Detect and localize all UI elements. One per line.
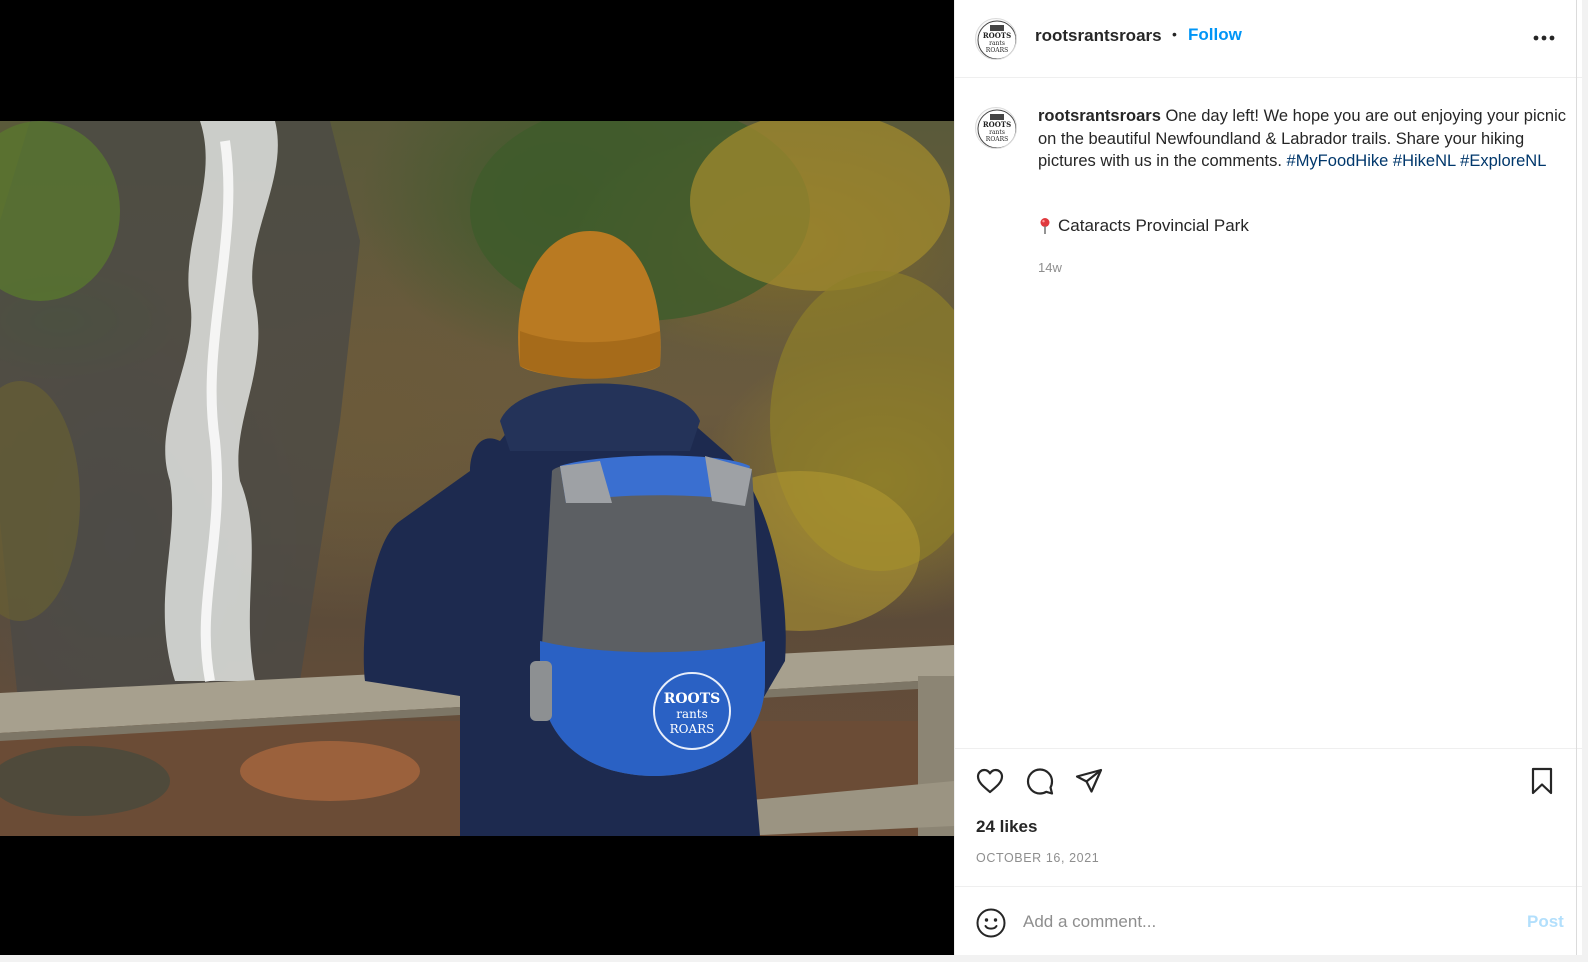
hashtag-hikenl[interactable]: #HikeNL [1393,152,1456,170]
pin-icon [1040,218,1050,234]
caption-avatar-text-1: ROOTS [983,120,1011,129]
avatar-text-2: rants [989,40,1005,47]
smiley-icon[interactable] [975,907,1007,939]
person-hood [500,383,700,451]
caption-timestamp[interactable]: 14w [1038,260,1062,275]
post-detail-panel: ROOTS rants ROARS rootsrantsroars • Foll… [954,0,1582,955]
location-name[interactable]: Cataracts Provincial Park [1058,216,1249,236]
panel-edge [1576,0,1577,955]
header-separator: • [1172,26,1177,42]
header-username[interactable]: rootsrantsroars [1035,26,1162,46]
caption-avatar-text-3: ROARS [986,136,1008,143]
comment-input[interactable] [1023,905,1493,939]
photo-illustration: ROOTS rants ROARS [0,121,954,836]
comment-bar: Post [955,886,1582,955]
post-photo[interactable]: ROOTS rants ROARS [0,121,954,836]
rock-orange [240,741,420,801]
water-bottle [530,661,552,721]
bookmark-icon[interactable] [1527,766,1557,796]
avatar[interactable]: ROOTS rants ROARS [975,18,1017,60]
heart-icon[interactable] [975,766,1005,796]
post-comment-button[interactable]: Post [1527,912,1564,932]
post-location[interactable]: Cataracts Provincial Park [1038,216,1249,236]
post-header: ROOTS rants ROARS rootsrantsroars • Foll… [955,0,1582,78]
instagram-post-window: ROOTS rants ROARS ROOTS rants ROARS root… [0,0,1588,962]
more-options-icon[interactable] [1529,30,1559,46]
paper-plane-icon[interactable] [1074,766,1104,796]
caption-username[interactable]: rootsrantsroars [1038,107,1161,125]
caption-avatar-text-2: rants [989,129,1005,136]
likes-count[interactable]: 24 likes [976,817,1037,837]
window-right-edge [1582,0,1588,962]
avatar-text-3: ROARS [986,47,1008,54]
backpack-lid-trim-right [705,456,752,506]
post-caption: rootsrantsroars One day left! We hope yo… [1038,105,1570,173]
post-media: ROOTS rants ROARS [0,0,954,955]
post-date: OCTOBER 16, 2021 [976,851,1100,865]
follow-button[interactable]: Follow [1188,25,1242,45]
backpack-logo-line1: ROOTS [664,691,721,707]
backpack-logo-line3: ROARS [670,722,715,736]
comment-bubble-icon[interactable] [1025,766,1055,796]
hashtag-myfoodhike[interactable]: #MyFoodHike [1287,152,1389,170]
actions-divider [955,748,1582,749]
avatar-text-1: ROOTS [983,31,1011,40]
hashtag-explorenl[interactable]: #ExploreNL [1460,152,1546,170]
window-bottom-edge [0,955,1588,962]
caption-avatar-logo: ROOTS rants ROARS [977,109,1016,148]
caption-avatar[interactable]: ROOTS rants ROARS [975,107,1017,149]
backpack-logo-line2: rants [676,707,708,721]
avatar-logo: ROOTS rants ROARS [977,20,1016,59]
